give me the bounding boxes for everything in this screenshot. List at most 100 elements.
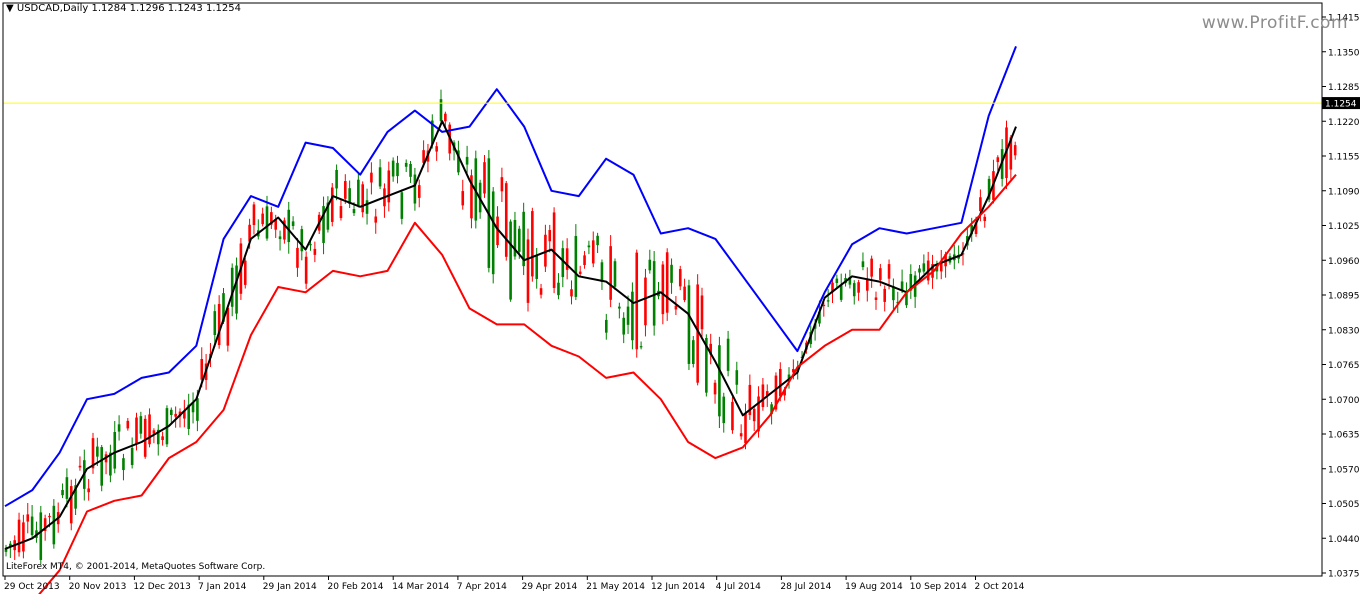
x-tick-label: 29 Apr 2014 — [522, 582, 578, 592]
candle-body — [591, 240, 595, 264]
candle-body — [52, 505, 56, 545]
symbol-label: USDCAD,Daily — [16, 3, 89, 14]
candle-body — [30, 516, 34, 536]
candle-body — [117, 424, 121, 432]
candle-body — [744, 413, 747, 444]
candle-body — [526, 239, 530, 303]
candle-body — [504, 183, 508, 257]
candle-body — [174, 413, 177, 417]
candle-body — [726, 338, 730, 371]
candle-body — [761, 384, 765, 408]
candle-body — [596, 235, 599, 246]
y-tick-label: 1.0765 — [1328, 361, 1360, 371]
x-tick-label: 7 Apr 2014 — [457, 582, 507, 592]
y-tick-label: 1.0440 — [1328, 535, 1360, 545]
candle-body — [243, 260, 247, 285]
candle-body — [713, 382, 717, 395]
candle-body — [126, 420, 130, 429]
candle-body — [65, 477, 69, 499]
candle-body — [196, 398, 199, 421]
chart-canvas[interactable]: 1.14151.13501.12851.12201.11551.10901.10… — [0, 0, 1362, 598]
y-tick-label: 1.0570 — [1328, 465, 1360, 475]
candle-body — [365, 200, 369, 214]
candle-body — [491, 191, 495, 275]
current-price-label: 1.1254 — [1325, 100, 1357, 110]
candle-body — [879, 268, 882, 280]
candle-body — [574, 236, 578, 297]
candle-body — [313, 248, 317, 255]
y-tick-label: 1.0830 — [1328, 326, 1360, 336]
candle-body — [344, 181, 347, 199]
candle-body — [683, 286, 686, 301]
x-tick-label: 10 Sep 2014 — [910, 582, 967, 592]
candle-body — [39, 512, 43, 560]
candle-body — [613, 261, 617, 287]
candle-body — [739, 433, 743, 437]
candle-body — [665, 252, 669, 313]
candle-body — [735, 370, 739, 385]
candle-body — [148, 414, 151, 445]
candle-body — [100, 447, 103, 486]
chart-header: ▼ USDCAD,Daily 1.1284 1.1296 1.1243 1.12… — [6, 3, 241, 14]
x-tick-label: 2 Oct 2014 — [975, 582, 1025, 592]
candle-body — [652, 261, 656, 326]
y-tick-label: 1.0960 — [1328, 257, 1360, 267]
x-tick-label: 14 Mar 2014 — [392, 582, 449, 592]
candle-body — [539, 288, 543, 295]
candle-body — [605, 319, 608, 333]
candle-body — [918, 268, 921, 273]
candle-body — [722, 396, 726, 424]
candle-body — [857, 282, 860, 293]
candle-body — [161, 436, 164, 441]
candle-body — [48, 515, 51, 518]
candle-body — [870, 258, 873, 277]
chart-window[interactable]: 1.1415 1.1350 1.1285 1.1220 1.1155 1.1090 1.10… — [0, 0, 1362, 598]
candle-body — [378, 167, 382, 187]
y-tick-label: 1.1350 — [1328, 48, 1360, 58]
candle-body — [535, 255, 538, 279]
candle-body — [874, 297, 878, 300]
candle-body — [22, 522, 25, 552]
candle-body — [404, 162, 408, 167]
candle-body — [531, 211, 534, 277]
collapse-triangle-icon[interactable]: ▼ — [6, 3, 14, 14]
x-tick-label: 4 Jul 2014 — [716, 582, 761, 592]
candle-body — [374, 216, 378, 223]
candle-body — [779, 368, 782, 397]
candle-body — [370, 172, 373, 183]
x-tick-label: 20 Feb 2014 — [328, 582, 384, 592]
candle-body — [235, 265, 238, 314]
candle-body — [861, 261, 865, 268]
candle-body — [278, 236, 282, 240]
ohlc-readout: 1.1284 1.1296 1.1243 1.1254 — [91, 3, 241, 14]
candle-body — [217, 303, 221, 346]
candle-body — [996, 157, 1000, 163]
candle-body — [483, 162, 486, 194]
y-tick-label: 1.1155 — [1328, 153, 1360, 163]
candle-body — [113, 431, 117, 469]
candle-body — [674, 305, 678, 310]
candle-body — [357, 179, 360, 206]
candle-body — [352, 209, 356, 214]
candle-body — [296, 247, 299, 268]
candle-body — [200, 358, 204, 380]
candle-body — [883, 288, 886, 302]
candle-body — [578, 271, 582, 274]
candle-body — [670, 264, 673, 283]
candle-body — [265, 206, 269, 239]
y-tick-label: 1.1025 — [1328, 222, 1360, 232]
candle-body — [387, 170, 391, 203]
candle-body — [17, 519, 21, 553]
candle-body — [648, 259, 652, 271]
candle-body — [570, 289, 573, 297]
candle-body — [230, 267, 234, 307]
candle-body — [213, 311, 217, 336]
candle-body — [461, 191, 465, 206]
candle-body — [518, 228, 521, 252]
candle-body — [26, 514, 30, 522]
x-tick-label: 21 May 2014 — [586, 582, 645, 592]
candle-body — [409, 163, 412, 177]
candle-body — [609, 246, 612, 300]
candle-body — [139, 416, 143, 434]
candle-body — [835, 278, 839, 283]
